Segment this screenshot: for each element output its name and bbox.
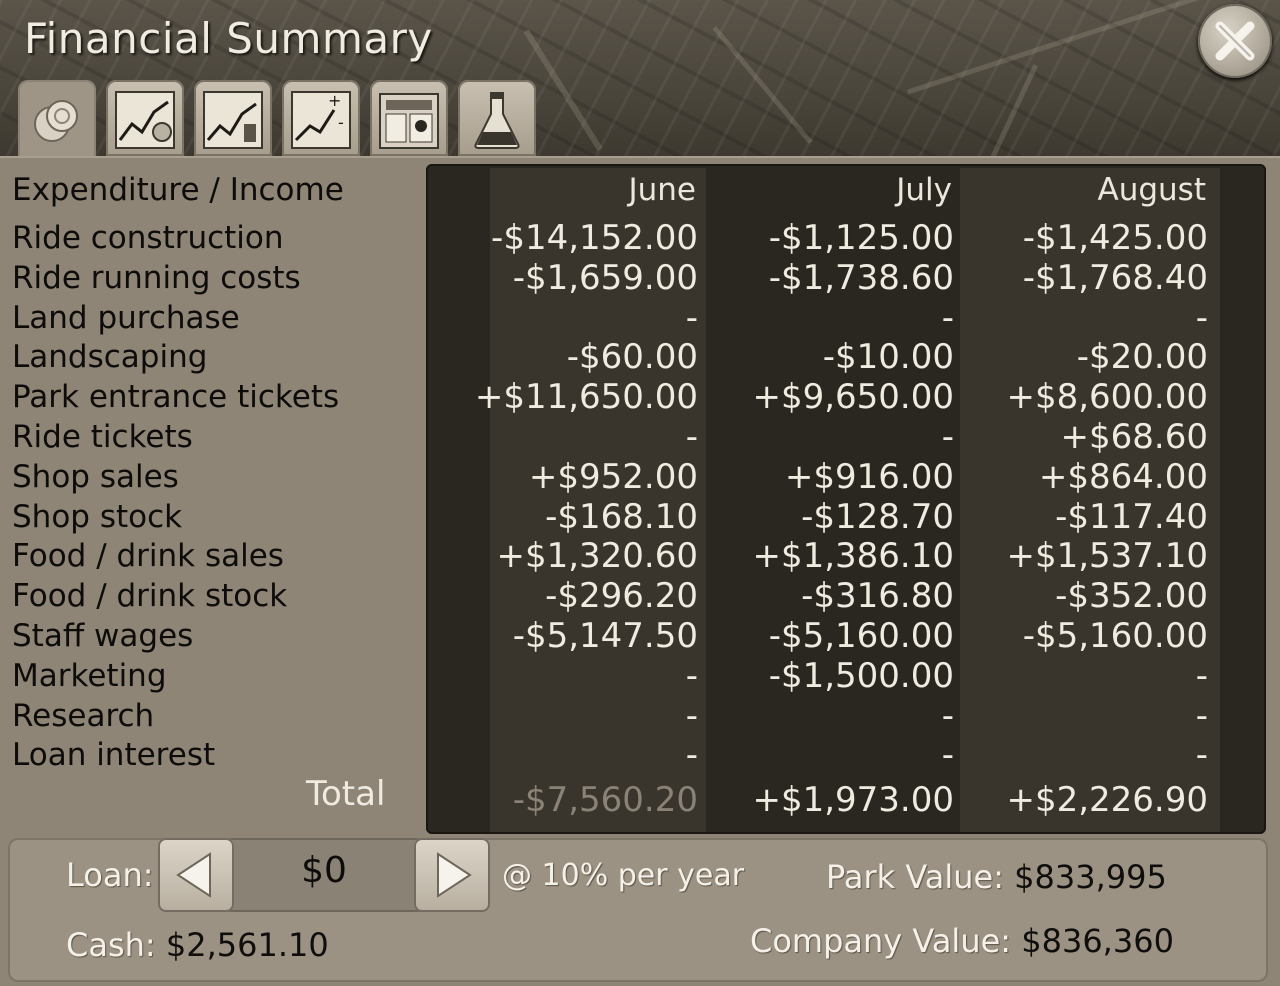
row-value-june: - <box>685 298 698 338</box>
month-header-july: July <box>896 172 952 208</box>
row-label: Shop sales <box>12 459 179 495</box>
row-value-august: -$1,425.00 <box>1022 218 1208 258</box>
row-value-august: +$8,600.00 <box>1006 377 1208 417</box>
tab-research[interactable] <box>458 80 536 156</box>
row-value-august: -$20.00 <box>1076 337 1208 377</box>
total-july: +$1,973.00 <box>752 780 954 820</box>
total-label: Total <box>306 774 386 814</box>
row-value-july: -$128.70 <box>801 497 954 537</box>
research-flask-icon <box>474 92 520 149</box>
row-label: Park entrance tickets <box>12 379 340 415</box>
row-value-june: - <box>685 656 698 696</box>
increase-loan-button[interactable] <box>414 838 490 912</box>
row-label: Staff wages <box>12 618 194 654</box>
row-label: Food / drink stock <box>12 578 288 614</box>
row-value-august: -$5,160.00 <box>1022 616 1208 656</box>
park-value: $833,995 <box>1014 858 1167 896</box>
row-value-august: -$352.00 <box>1055 576 1208 616</box>
tab-financial-summary[interactable] <box>18 80 96 164</box>
row-value-august: - <box>1195 298 1208 338</box>
window-title: Financial Summary <box>24 14 433 63</box>
row-value-july: - <box>941 735 954 775</box>
coins-icon <box>34 100 78 142</box>
cash-display: Cash: $2,561.10 <box>66 926 329 964</box>
svg-text:+: + <box>328 91 341 110</box>
row-value-july: - <box>941 298 954 338</box>
table-header-label: Expenditure / Income <box>12 172 344 208</box>
row-label: Shop stock <box>12 499 183 535</box>
row-label: Land purchase <box>12 300 240 336</box>
tab-profit-graph[interactable]: + - <box>282 80 360 156</box>
row-value-june: - <box>685 735 698 775</box>
row-value-june: +$11,650.00 <box>474 377 698 417</box>
row-value-august: - <box>1195 696 1208 736</box>
loan-label: Loan: <box>66 856 154 894</box>
value-graph-icon <box>203 91 263 149</box>
row-value-june: -$296.20 <box>545 576 698 616</box>
marketing-icon <box>379 93 439 149</box>
svg-text:-: - <box>338 113 344 132</box>
row-value-june: - <box>685 417 698 457</box>
park-value-display: Park Value: $833,995 <box>826 858 1167 896</box>
arrow-left-icon <box>176 852 211 898</box>
decrease-loan-button[interactable] <box>158 838 234 912</box>
row-value-july: -$1,738.60 <box>768 258 954 298</box>
row-value-july: -$1,125.00 <box>768 218 954 258</box>
row-value-june: +$952.00 <box>528 457 698 497</box>
close-button[interactable] <box>1198 4 1272 78</box>
interest-rate-text: @ 10% per year <box>502 858 745 893</box>
row-value-august: - <box>1195 735 1208 775</box>
row-value-july: - <box>941 417 954 457</box>
row-value-july: +$9,650.00 <box>752 377 954 417</box>
cash-value: $2,561.10 <box>165 926 329 964</box>
month-header-june: June <box>628 172 696 208</box>
row-value-june: +$1,320.60 <box>496 536 698 576</box>
tab-finance-graph[interactable] <box>106 80 184 156</box>
row-label: Ride construction <box>12 220 284 256</box>
company-value: $836,360 <box>1021 922 1174 960</box>
finance-graph-icon <box>115 91 175 149</box>
profit-graph-icon: + - <box>291 91 351 149</box>
row-value-july: -$1,500.00 <box>768 656 954 696</box>
row-label: Ride tickets <box>12 419 193 455</box>
row-value-july: - <box>941 696 954 736</box>
row-value-august: +$864.00 <box>1038 457 1208 497</box>
row-label: Research <box>12 698 155 734</box>
company-value-display: Company Value: $836,360 <box>750 922 1174 960</box>
close-icon <box>1215 21 1255 61</box>
row-label: Ride running costs <box>12 260 301 296</box>
row-value-august: - <box>1195 656 1208 696</box>
row-value-july: +$916.00 <box>784 457 954 497</box>
company-value-label: Company Value: <box>750 922 1012 960</box>
row-value-august: +$68.60 <box>1060 417 1208 457</box>
park-value-label: Park Value: <box>826 858 1004 896</box>
row-value-august: -$1,768.40 <box>1022 258 1208 298</box>
row-label: Marketing <box>12 658 167 694</box>
tab-marketing[interactable] <box>370 80 448 156</box>
title-bar[interactable]: Financial Summary <box>0 0 1280 166</box>
row-label: Food / drink sales <box>12 538 284 574</box>
month-header-august: August <box>1097 172 1207 208</box>
row-value-july: +$1,386.10 <box>752 536 954 576</box>
total-june: -$7,560.20 <box>512 780 698 820</box>
row-label: Landscaping <box>12 339 208 375</box>
row-value-july: -$10.00 <box>822 337 954 377</box>
total-august: +$2,226.90 <box>1006 780 1208 820</box>
row-value-august: -$117.40 <box>1055 497 1208 537</box>
row-value-june: -$60.00 <box>566 337 698 377</box>
row-label: Loan interest <box>12 737 216 773</box>
row-value-june: -$1,659.00 <box>512 258 698 298</box>
row-value-august: +$1,537.10 <box>1006 536 1208 576</box>
arrow-right-icon <box>437 852 472 898</box>
loan-value: $0 <box>301 850 347 891</box>
row-value-july: -$5,160.00 <box>768 616 954 656</box>
financial-summary-window: Financial Summary + - Expenditure / Inco… <box>0 0 1280 986</box>
row-value-june: -$168.10 <box>545 497 698 537</box>
row-value-june: - <box>685 696 698 736</box>
cash-label: Cash: <box>66 926 156 964</box>
row-value-june: -$14,152.00 <box>491 218 698 258</box>
row-value-june: -$5,147.50 <box>512 616 698 656</box>
tab-park-value-graph[interactable] <box>194 80 272 156</box>
row-value-july: -$316.80 <box>801 576 954 616</box>
